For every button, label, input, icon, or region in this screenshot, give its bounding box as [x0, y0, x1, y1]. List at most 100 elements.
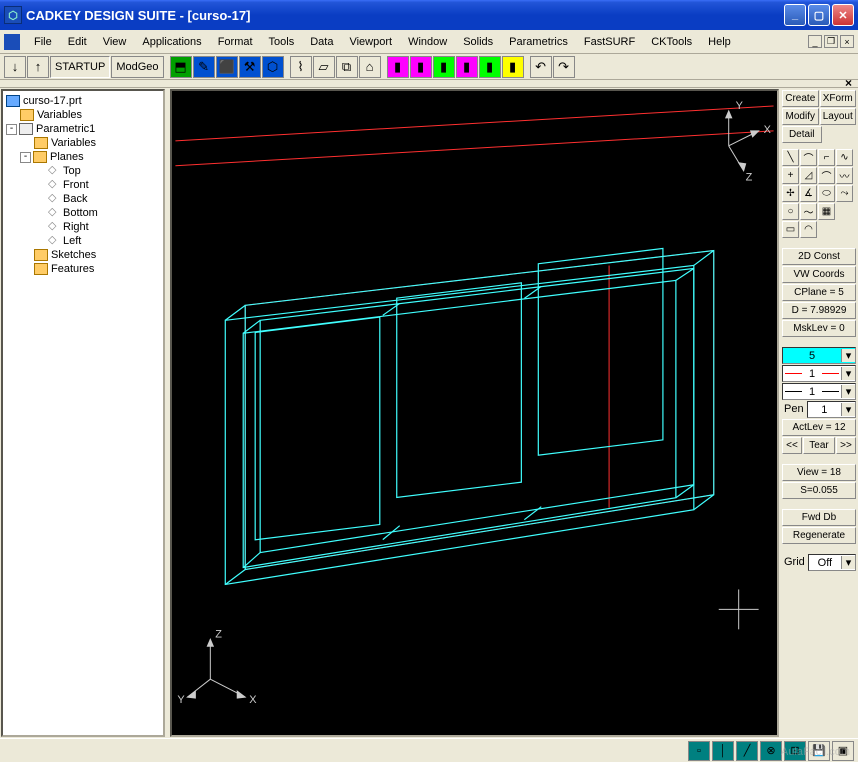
menu-solids[interactable]: Solids	[455, 34, 501, 50]
path-tool-icon[interactable]: ⤳	[836, 185, 853, 202]
fwd-db-button[interactable]: Fwd Db	[782, 509, 856, 526]
menu-window[interactable]: Window	[400, 34, 455, 50]
vw-coords-button[interactable]: VW Coords	[782, 266, 856, 283]
triangle-tool-icon[interactable]: ◿	[800, 167, 817, 184]
tool-sketch-icon[interactable]: ✎	[193, 56, 215, 78]
tree-root[interactable]: curso-17.prt	[23, 95, 82, 107]
tool-cube-icon[interactable]: ⬛	[216, 56, 238, 78]
tool-house-icon[interactable]: ⌂	[359, 56, 381, 78]
actlev-button[interactable]: ActLev = 12	[782, 419, 856, 436]
d-value-button[interactable]: D = 7.98929	[782, 302, 856, 319]
angle-tool-icon[interactable]: ∡	[800, 185, 817, 202]
undo-button[interactable]: ↶	[530, 56, 552, 78]
spline-tool-icon[interactable]: 〰	[836, 167, 853, 184]
menu-tools[interactable]: Tools	[261, 34, 303, 50]
wave-tool-icon[interactable]: 〜	[800, 203, 817, 220]
xform-button[interactable]: XForm	[820, 90, 857, 107]
regenerate-button[interactable]: Regenerate	[782, 527, 856, 544]
arrow-up-button[interactable]: ↑	[27, 56, 49, 78]
tear-button[interactable]: Tear	[803, 437, 835, 454]
tool-magenta1-icon[interactable]: ▮	[387, 56, 409, 78]
line-tool-icon[interactable]: ╲	[782, 149, 799, 166]
panel-close-icon[interactable]: ×	[845, 76, 852, 90]
3d-viewport[interactable]: Y X Z Z X Y	[170, 89, 779, 737]
tree-parametric[interactable]: Parametric1	[36, 123, 95, 135]
2d-const-button[interactable]: 2D Const	[782, 248, 856, 265]
menu-format[interactable]: Format	[210, 34, 261, 50]
tree-plane-back[interactable]: Back	[63, 193, 87, 205]
arc-tool-icon[interactable]: ⌒	[800, 149, 817, 166]
status-snap2-icon[interactable]: │	[712, 741, 734, 761]
circle-tool-icon[interactable]: ○	[782, 203, 799, 220]
redo-button[interactable]: ↷	[553, 56, 575, 78]
tool-wire-icon[interactable]: ⬡	[262, 56, 284, 78]
tool-magenta2-icon[interactable]: ▮	[410, 56, 432, 78]
cross-tool-icon[interactable]: +	[782, 167, 799, 184]
grid-tool-icon[interactable]: ▦	[818, 203, 835, 220]
menu-view[interactable]: View	[95, 34, 135, 50]
startup-button[interactable]: STARTUP	[50, 56, 110, 78]
tool-box-icon[interactable]: ▱	[313, 56, 335, 78]
menu-file[interactable]: File	[26, 34, 60, 50]
menu-help[interactable]: Help	[700, 34, 739, 50]
mdi-close-button[interactable]: ×	[840, 35, 854, 48]
menu-edit[interactable]: Edit	[60, 34, 95, 50]
tool-green2-icon[interactable]: ▮	[479, 56, 501, 78]
grid-select[interactable]: Off▾	[808, 554, 856, 571]
status-snap3-icon[interactable]: ╱	[736, 741, 758, 761]
tree-plane-front[interactable]: Front	[63, 179, 89, 191]
prev-button[interactable]: <<	[782, 437, 802, 454]
menu-viewport[interactable]: Viewport	[341, 34, 400, 50]
status-snap5-icon[interactable]: ⊡	[784, 741, 806, 761]
tree-sketches[interactable]: Sketches	[51, 249, 96, 261]
collapse-icon[interactable]: -	[20, 152, 31, 163]
pen-select[interactable]: 1▾	[807, 401, 856, 418]
tree-planes[interactable]: Planes	[50, 151, 84, 163]
next-button[interactable]: >>	[836, 437, 856, 454]
linestyle1-select[interactable]: 1▾	[782, 365, 856, 382]
tree-plane-bottom[interactable]: Bottom	[63, 207, 98, 219]
mdi-restore-button[interactable]: ❐	[824, 35, 838, 48]
status-snap1-icon[interactable]: ▫	[688, 741, 710, 761]
tree-variables2[interactable]: Variables	[51, 137, 96, 149]
tool-hammer-icon[interactable]: ⚒	[239, 56, 261, 78]
close-button[interactable]: ✕	[832, 4, 854, 26]
tree-plane-top[interactable]: Top	[63, 165, 81, 177]
move-tool-icon[interactable]: ✢	[782, 185, 799, 202]
menu-cktools[interactable]: CKTools	[643, 34, 700, 50]
menu-applications[interactable]: Applications	[134, 34, 209, 50]
tool-cylinder-icon[interactable]: ⌇	[290, 56, 312, 78]
tool-green-icon[interactable]: ⬒	[170, 56, 192, 78]
detail-button[interactable]: Detail	[782, 126, 822, 143]
status-snap4-icon[interactable]: ⊗	[760, 741, 782, 761]
create-button[interactable]: Create	[782, 90, 819, 107]
menu-parametrics[interactable]: Parametrics	[501, 34, 576, 50]
tree-plane-left[interactable]: Left	[63, 235, 81, 247]
status-save-icon[interactable]: 💾	[808, 741, 830, 761]
menu-data[interactable]: Data	[302, 34, 341, 50]
tool-green1-icon[interactable]: ▮	[433, 56, 455, 78]
corner-tool-icon[interactable]: ⌐	[818, 149, 835, 166]
linestyle2-select[interactable]: 1▾	[782, 383, 856, 400]
modgeo-button[interactable]: ModGeo	[111, 56, 163, 78]
mdi-minimize-button[interactable]: _	[808, 35, 822, 48]
tree-plane-right[interactable]: Right	[63, 221, 89, 233]
arrow-down-button[interactable]: ↓	[4, 56, 26, 78]
cplane-button[interactable]: CPlane = 5	[782, 284, 856, 301]
vertical-splitter[interactable]	[166, 88, 169, 738]
menu-fastsurf[interactable]: FastSURF	[576, 34, 643, 50]
msklev-button[interactable]: MskLev = 0	[782, 320, 856, 337]
tree-features[interactable]: Features	[51, 263, 94, 275]
tool-magenta3-icon[interactable]: ▮	[456, 56, 478, 78]
collapse-icon[interactable]: -	[6, 124, 17, 135]
arc2-tool-icon[interactable]: ⌒	[818, 167, 835, 184]
modify-button[interactable]: Modify	[782, 108, 819, 125]
minimize-button[interactable]: _	[784, 4, 806, 26]
model-tree[interactable]: curso-17.prt Variables - Parametric1 Vari…	[1, 89, 165, 737]
tree-variables[interactable]: Variables	[37, 109, 82, 121]
fillet-tool-icon[interactable]: ◠	[800, 221, 817, 238]
view-button[interactable]: View = 18	[782, 464, 856, 481]
status-screen-icon[interactable]: ▣	[832, 741, 854, 761]
scale-button[interactable]: S=0.055	[782, 482, 856, 499]
tool-stack-icon[interactable]: ⧉	[336, 56, 358, 78]
